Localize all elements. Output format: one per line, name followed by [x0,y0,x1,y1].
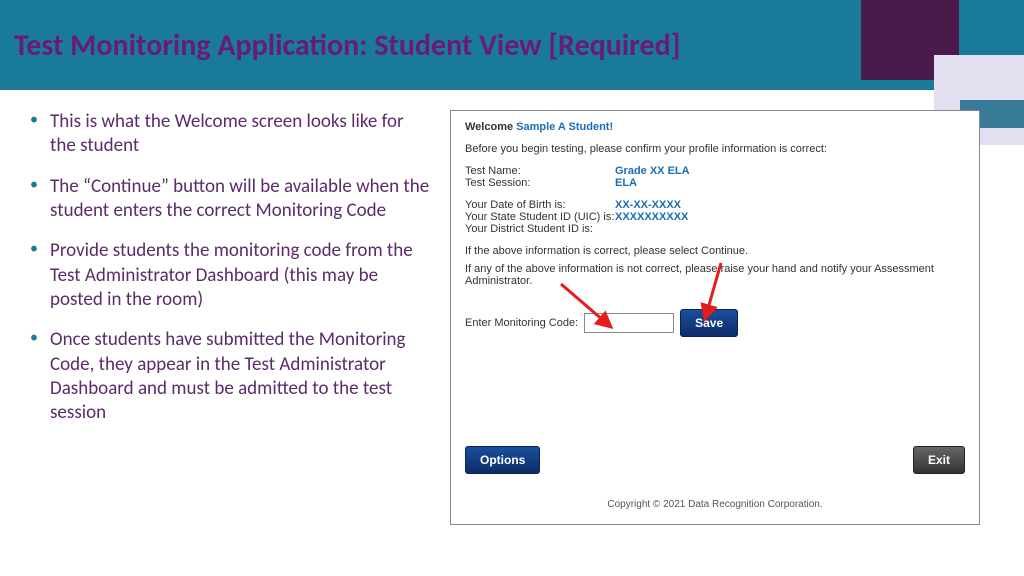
student-welcome-screenshot: Welcome Sample A Student! Before you beg… [450,110,980,525]
instruction-correct: If the above information is correct, ple… [465,245,965,257]
test-session-label: Test Session: [465,177,615,189]
annotation-arrow-right [693,261,753,331]
dob-label: Your Date of Birth is: [465,199,615,211]
test-session-value: ELA [615,177,637,189]
options-button[interactable]: Options [465,446,540,474]
intro-text: Before you begin testing, please confirm… [465,143,965,155]
bullet-list: This is what the Welcome screen looks li… [10,110,430,525]
dob-value: XX-XX-XXXX [615,199,681,211]
student-info-block: Your Date of Birth is: XX-XX-XXXX Your S… [465,199,965,235]
test-name-value: Grade XX ELA [615,165,690,177]
slide-header: Test Monitoring Application: Student Vie… [0,0,1024,90]
welcome-prefix: Welcome [465,121,516,133]
slide-content: This is what the Welcome screen looks li… [0,90,1024,535]
test-info-block: Test Name: Grade XX ELA Test Session: EL… [465,165,965,189]
uic-value: XXXXXXXXXX [615,211,688,223]
exit-button[interactable]: Exit [913,446,965,474]
welcome-line: Welcome Sample A Student! [465,121,965,133]
bullet-item: Provide students the monitoring code fro… [30,239,430,312]
bullet-item: This is what the Welcome screen looks li… [30,110,430,159]
bottom-button-row: Options Exit [465,446,965,474]
bullet-item: Once students have submitted the Monitor… [30,328,430,425]
annotation-arrow-left [556,279,636,339]
bullet-item: The “Continue” button will be available … [30,175,430,224]
student-name: Sample A Student! [516,121,613,133]
test-name-label: Test Name: [465,165,615,177]
uic-label: Your State Student ID (UIC) is: [465,211,615,223]
district-label: Your District Student ID is: [465,223,615,235]
copyright-text: Copyright © 2021 Data Recognition Corpor… [451,499,979,510]
slide-title: Test Monitoring Application: Student Vie… [14,27,680,64]
